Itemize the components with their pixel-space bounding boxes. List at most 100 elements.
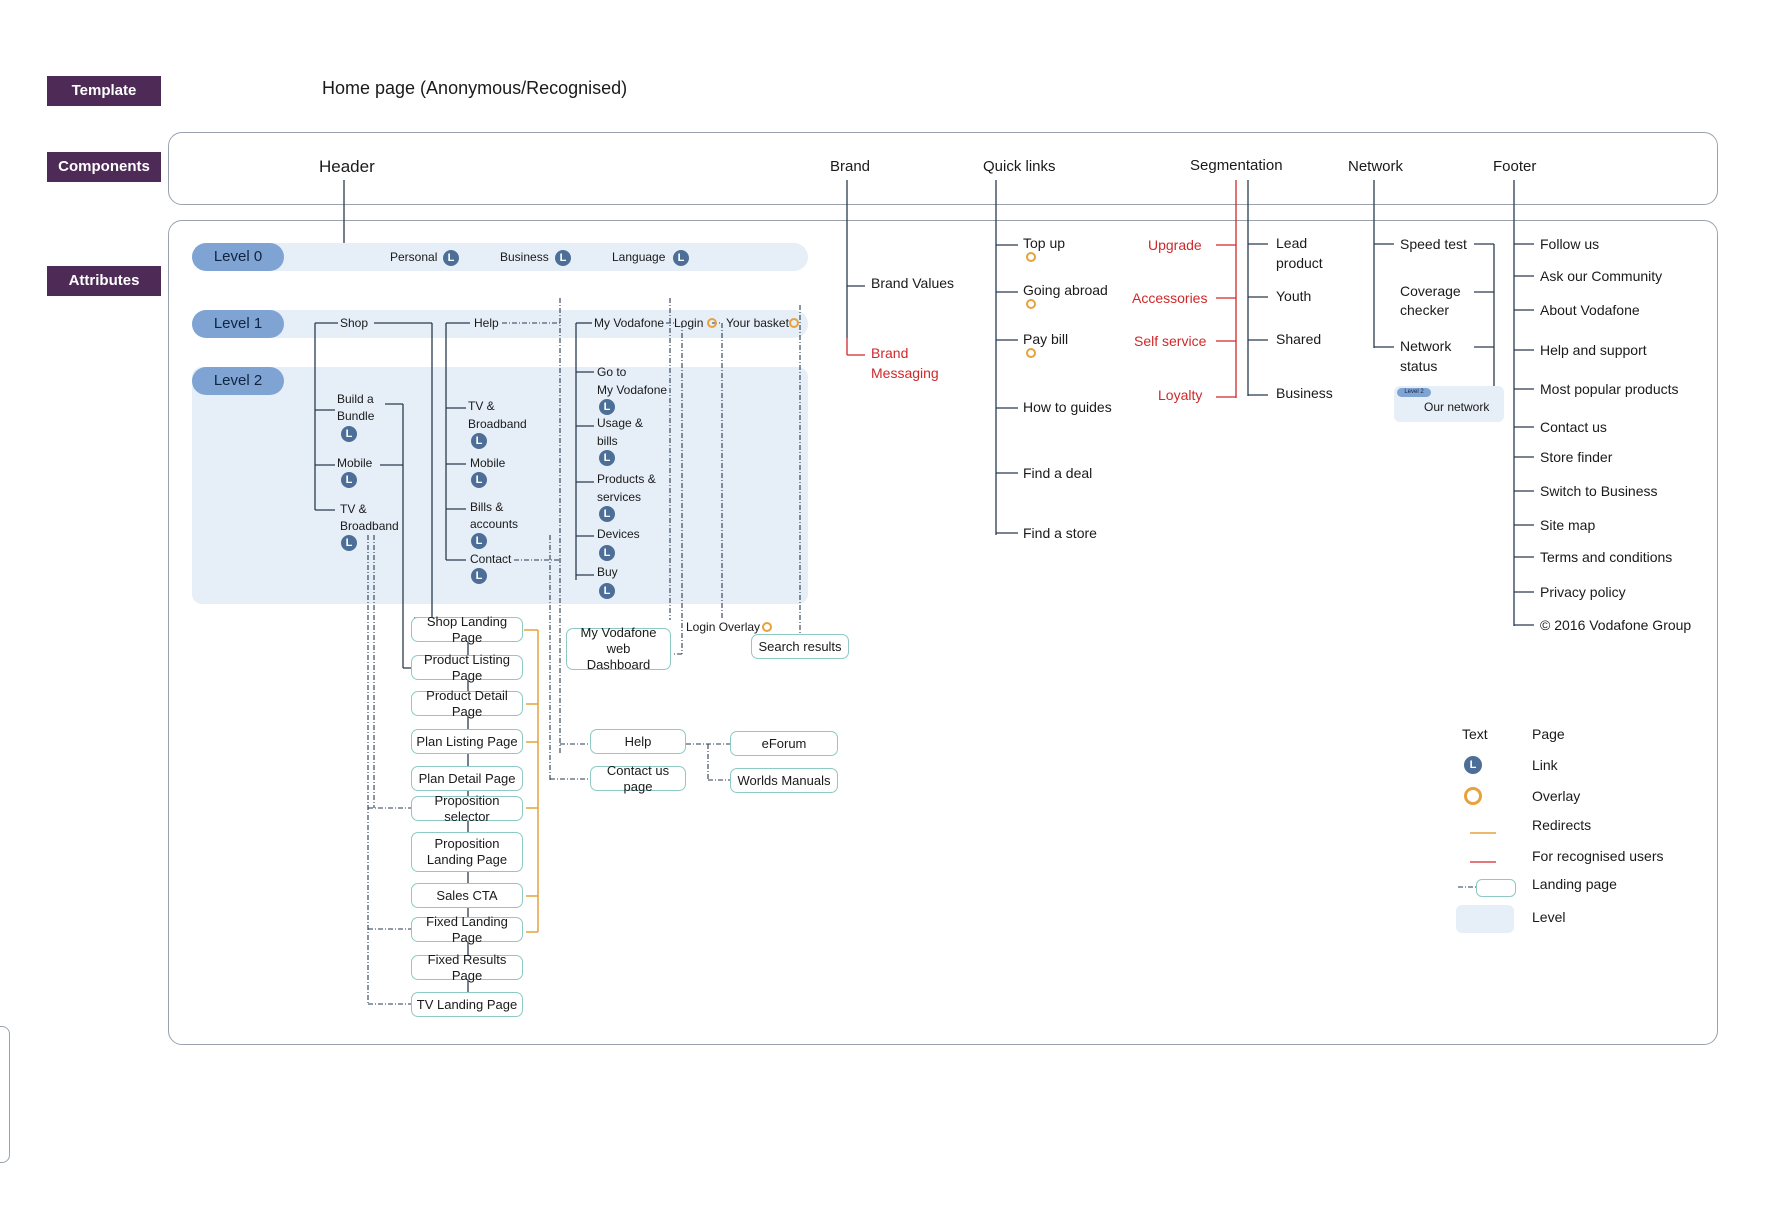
component-segmentation: Segmentation (1190, 157, 1283, 174)
link-icon: L (471, 472, 487, 488)
net-coverage-2: checker (1400, 302, 1450, 318)
page-sales-cta[interactable]: Sales CTA (411, 883, 523, 908)
quick-pay-bill: Pay bill (1023, 331, 1069, 347)
link-icon: L (341, 535, 357, 551)
level1-my-vodafone: My Vodafone (594, 316, 665, 330)
seg-business: Business (1276, 385, 1333, 401)
page-search-results[interactable]: Search results (751, 634, 849, 659)
page-fixed-landing[interactable]: Fixed Landing Page (411, 914, 523, 945)
connector-lines (314, 180, 1534, 1005)
quick-find-store: Find a store (1023, 525, 1097, 541)
link-icon: L (471, 533, 487, 549)
footer-item: Site map (1540, 517, 1596, 533)
brand-values: Brand Values (871, 275, 955, 291)
level1-basket: Your basket (726, 316, 789, 330)
level0-language: Language (612, 250, 666, 264)
level1-help: Help (474, 316, 499, 330)
quick-going-abroad: Going abroad (1023, 282, 1108, 298)
component-quick-links: Quick links (983, 158, 1056, 175)
footer-item: Store finder (1540, 449, 1613, 465)
overlay-icon (789, 318, 799, 328)
page-product-listing[interactable]: Product Listing Page (411, 652, 523, 683)
level0-personal: Personal (390, 250, 438, 264)
footer-item: About Vodafone (1540, 302, 1640, 318)
page-plan-listing[interactable]: Plan Listing Page (411, 729, 523, 754)
net-our-network: Our network (1424, 400, 1490, 414)
legend-redirects: Redirects (1532, 817, 1592, 833)
page-eforum[interactable]: eForum (730, 731, 838, 756)
net-status-2: status (1400, 358, 1438, 374)
seg-lead-2: product (1276, 255, 1323, 271)
shop-build-bundle-2: Bundle (337, 409, 375, 423)
component-header: Header (319, 157, 375, 176)
shop-tv-2: Broadband (340, 519, 399, 533)
help-bills-2: accounts (470, 517, 519, 531)
myv-goto-2: My Vodafone (597, 383, 668, 397)
footer-item: Switch to Business (1540, 483, 1658, 499)
link-icon: L (673, 250, 689, 266)
component-footer: Footer (1493, 158, 1537, 175)
footer-item: Help and support (1540, 342, 1647, 358)
legend-link: Link (1532, 757, 1558, 773)
shop-build-bundle-1: Build a (337, 392, 374, 406)
myv-usage-1: Usage & (597, 416, 644, 430)
page-proposition-selector[interactable]: Proposition selector (411, 793, 523, 824)
link-icon: L (599, 399, 615, 415)
seg-accessories: Accessories (1132, 290, 1208, 306)
myv-products-2: services (597, 490, 642, 504)
net-status-1: Network (1400, 338, 1452, 354)
page-myv-dashboard-2: Dashboard (586, 657, 651, 672)
legend-page-header: Page (1532, 726, 1565, 742)
overlay-icon (1026, 348, 1036, 358)
shop-tv-1: TV & (340, 502, 367, 516)
seg-upgrade: Upgrade (1148, 237, 1202, 253)
net-coverage-1: Coverage (1400, 283, 1461, 299)
help-mobile: Mobile (470, 456, 506, 470)
legend-level-swatch (1456, 905, 1514, 933)
help-tv-2: Broadband (468, 417, 527, 431)
level2-mini-tag: Level 2 (1397, 388, 1431, 397)
page-plan-detail[interactable]: Plan Detail Page (411, 766, 523, 791)
shop-mobile: Mobile (337, 456, 373, 470)
legend-text-header: Text (1462, 726, 1488, 742)
footer-item: Ask our Community (1540, 268, 1663, 284)
link-icon: L (599, 450, 615, 466)
link-icon: L (599, 583, 615, 599)
footer-item: Contact us (1540, 419, 1607, 435)
legend-landing: Landing page (1532, 876, 1617, 892)
myv-usage-2: bills (597, 434, 618, 448)
page-proposition-landing-2: Landing Page (426, 852, 508, 867)
component-brand: Brand (830, 158, 871, 175)
page-contact-us[interactable]: Contact us page (590, 763, 686, 794)
level1-login: Login (674, 316, 704, 330)
legend-level: Level (1532, 909, 1566, 925)
page-worlds-manuals[interactable]: Worlds Manuals (730, 768, 838, 793)
net-speed-test: Speed test (1400, 236, 1467, 252)
link-icon: L (599, 545, 615, 561)
page-help[interactable]: Help (590, 729, 686, 754)
quick-find-deal: Find a deal (1023, 465, 1093, 481)
footer-item: Follow us (1540, 236, 1600, 252)
our-network-box: Level 2 Our network (1394, 386, 1504, 422)
page-tv-landing[interactable]: TV Landing Page (411, 992, 523, 1017)
page-product-detail[interactable]: Product Detail Page (411, 688, 523, 719)
overlay-icon (1026, 299, 1036, 309)
seg-youth: Youth (1276, 288, 1312, 304)
page-myv-dashboard[interactable]: My Vodafone web Dashboard (566, 625, 671, 672)
level1-shop: Shop (340, 316, 369, 330)
link-icon: L (599, 506, 615, 522)
footer-item: © 2016 Vodafone Group (1540, 617, 1692, 633)
link-icon: L (555, 250, 571, 266)
legend-overlay: Overlay (1532, 788, 1581, 804)
page-shop-landing[interactable]: Shop Landing Page (411, 614, 523, 645)
link-icon: L (443, 250, 459, 266)
page-proposition-landing[interactable]: Proposition Landing Page (411, 832, 523, 872)
seg-lead-1: Lead (1276, 235, 1308, 251)
login-overlay-label: Login Overlay (686, 620, 761, 634)
link-icon: L (471, 568, 487, 584)
overlay-icon (707, 318, 717, 328)
page-fixed-results[interactable]: Fixed Results Page (411, 952, 523, 983)
legend-overlay-icon (1464, 787, 1482, 805)
component-network: Network (1348, 158, 1404, 175)
overlay-icon (1026, 252, 1036, 262)
